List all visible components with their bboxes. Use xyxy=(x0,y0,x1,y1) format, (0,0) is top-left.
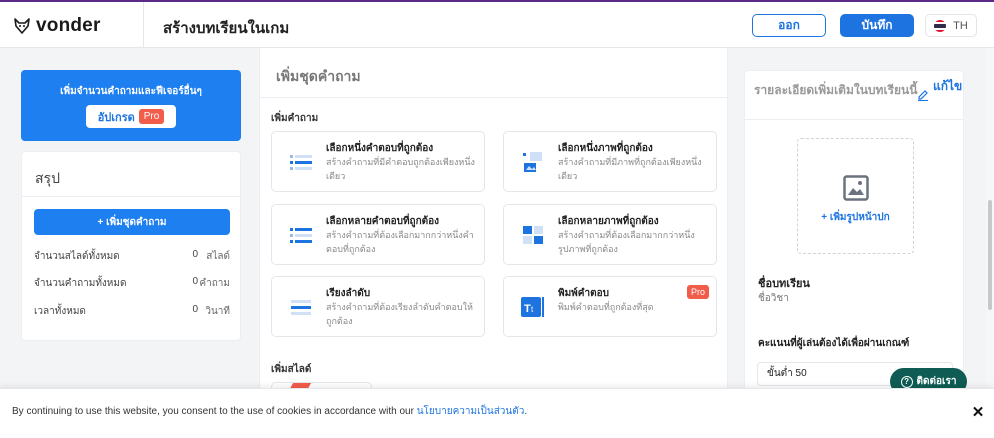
text-input-icon: T t xyxy=(521,297,544,317)
cookie-message: By continuing to use this website, you c… xyxy=(12,406,417,417)
promo-text: เพิ่มจำนวนคำถามและฟีเจอร์อื่นๆ xyxy=(60,86,202,97)
ordering-icon xyxy=(291,300,311,315)
stat-value: 0 xyxy=(192,276,198,287)
edit-label: แก้ไข xyxy=(933,79,963,93)
multiple-image-icon xyxy=(523,226,543,244)
logo[interactable]: vonder xyxy=(14,15,101,37)
card-description: สร้างคำถามที่ต้องเลือกมากกว่าหนึ่งคำตอบท… xyxy=(326,230,474,254)
stat-label: เวลาทั้งหมด xyxy=(34,306,86,317)
save-button[interactable]: บันทึก xyxy=(840,14,914,37)
panel-title: เพิ่มชุดคำถาม xyxy=(276,68,361,84)
divider xyxy=(745,119,963,120)
cookie-banner: By continuing to use this website, you c… xyxy=(0,388,994,438)
summary-panel: สรุป + เพิ่มชุดคำถาม จำนวนสไลด์ทั้งหมด 0… xyxy=(21,151,241,341)
add-question-heading: เพิ่มคำถาม xyxy=(271,113,319,124)
fox-logo-icon xyxy=(14,18,30,34)
card-title: เลือกหลายภาพที่ถูกต้อง xyxy=(558,216,659,227)
add-question-set-button[interactable]: + เพิ่มชุดคำถาม xyxy=(34,209,230,235)
lesson-name-label: ชื่อบทเรียน xyxy=(758,278,810,290)
cookie-period: . xyxy=(524,406,528,417)
card-ordering[interactable]: เรียงลำดับ สร้างคำถามที่ต้องเรียงลำดับคำ… xyxy=(271,276,485,337)
divider xyxy=(260,97,727,98)
stat-total-questions: จำนวนคำถามทั้งหมด 0 คำถาม xyxy=(34,276,230,291)
language-selector[interactable]: TH xyxy=(925,14,977,37)
card-description: สร้างคำถามที่มีภาพที่ถูกต้องเพียงหนึ่งเด… xyxy=(558,157,702,181)
single-choice-icon xyxy=(290,155,312,170)
add-cover-label: + เพิ่มรูปหน้าปก xyxy=(821,212,890,223)
edit-button[interactable]: แก้ไข xyxy=(917,77,963,101)
card-description: สร้างคำถามที่มีคำตอบถูกต้องเพียงหนึ่งเดี… xyxy=(326,157,475,181)
card-description: พิมพ์คำตอบที่ถูกต้องที่สุด xyxy=(558,302,654,312)
card-multiple-choice[interactable]: เลือกหลายคำตอบที่ถูกต้อง สร้างคำถามที่ต้… xyxy=(271,204,485,265)
summary-title: สรุป xyxy=(35,170,60,186)
card-title: เรียงลำดับ xyxy=(326,288,371,299)
stat-value: 0 xyxy=(192,249,198,260)
stat-label: จำนวนสไลด์ทั้งหมด xyxy=(34,251,120,262)
stat-unit: คำถาม xyxy=(199,278,230,289)
privacy-policy-link[interactable]: นโยบายความเป็นส่วนตัว xyxy=(417,406,525,417)
app-header: vonder สร้างบทเรียนในเกม ออก บันทึก TH xyxy=(0,2,994,48)
pro-badge: Pro xyxy=(138,109,165,124)
multiple-choice-icon xyxy=(290,228,312,243)
question-set-panel: เพิ่มชุดคำถาม เพิ่มคำถาม เลือกหนึ่งคำตอบ… xyxy=(259,48,728,438)
question-icon: ? xyxy=(900,375,913,388)
logo-text: vonder xyxy=(36,15,101,36)
stat-total-time: เวลาทั้งหมด 0 วินาที xyxy=(34,304,230,319)
passing-score-label: คะแนนที่ผู้เล่นต้องได้เพื่อผ่านเกณฑ์ xyxy=(758,338,910,349)
card-title: เลือกหลายคำตอบที่ถูกต้อง xyxy=(326,216,440,227)
contact-label: ติดต่อเรา xyxy=(916,376,957,387)
divider xyxy=(22,196,240,197)
card-type-answer[interactable]: T t พิมพ์คำตอบ พิมพ์คำตอบที่ถูกต้องที่สุ… xyxy=(503,276,717,337)
stat-value: 0 xyxy=(192,304,198,315)
card-single-choice[interactable]: เลือกหนึ่งคำตอบที่ถูกต้อง สร้างคำถามที่ม… xyxy=(271,131,485,192)
close-icon[interactable]: ✕ xyxy=(970,405,986,421)
image-icon xyxy=(843,175,869,201)
stat-unit: สไลด์ xyxy=(206,251,230,262)
card-single-image[interactable]: เลือกหนึ่งภาพที่ถูกต้อง สร้างคำถามที่มีภ… xyxy=(503,131,717,192)
svg-text:T: T xyxy=(524,303,531,315)
card-title: เลือกหนึ่งภาพที่ถูกต้อง xyxy=(558,143,653,154)
card-description: สร้างคำถามที่ต้องเลือกมากกว่าหนึ่งรูปภาพ… xyxy=(558,230,695,254)
exit-button[interactable]: ออก xyxy=(752,14,826,37)
add-slide-heading: เพิ่มสไลด์ xyxy=(271,364,312,375)
scrollbar-thumb[interactable] xyxy=(988,200,992,310)
header-divider xyxy=(143,2,144,48)
page-title: สร้างบทเรียนในเกม xyxy=(163,20,290,37)
card-title: เลือกหนึ่งคำตอบที่ถูกต้อง xyxy=(326,143,434,154)
upgrade-label: อัปเกรด xyxy=(97,111,135,124)
cookie-text: By continuing to use this website, you c… xyxy=(12,404,527,419)
add-cover-image-button[interactable]: + เพิ่มรูปหน้าปก xyxy=(797,138,914,254)
stat-total-slides: จำนวนสไลด์ทั้งหมด 0 สไลด์ xyxy=(34,249,230,264)
stat-label: จำนวนคำถามทั้งหมด xyxy=(34,278,127,289)
upgrade-button[interactable]: อัปเกรด Pro xyxy=(86,105,176,128)
subject-label: ชื่อวิชา xyxy=(758,293,789,304)
card-multiple-image[interactable]: เลือกหลายภาพที่ถูกต้อง สร้างคำถามที่ต้อง… xyxy=(503,204,717,265)
pro-badge: Pro xyxy=(686,285,709,299)
card-description: สร้างคำถามที่ต้องเรียงลำดับคำตอบให้ถูกต้… xyxy=(326,302,473,326)
stat-unit: วินาที xyxy=(205,306,230,317)
pencil-icon xyxy=(918,90,928,101)
language-label: TH xyxy=(953,19,968,32)
single-image-icon xyxy=(523,152,542,172)
card-title: พิมพ์คำตอบ xyxy=(558,288,609,299)
upgrade-promo: เพิ่มจำนวนคำถามและฟีเจอร์อื่นๆ อัปเกรด P… xyxy=(21,70,241,141)
panel-title: รายละเอียดเพิ่มเติมในบทเรียนนี้ xyxy=(754,83,918,97)
thai-flag-icon xyxy=(934,19,947,32)
